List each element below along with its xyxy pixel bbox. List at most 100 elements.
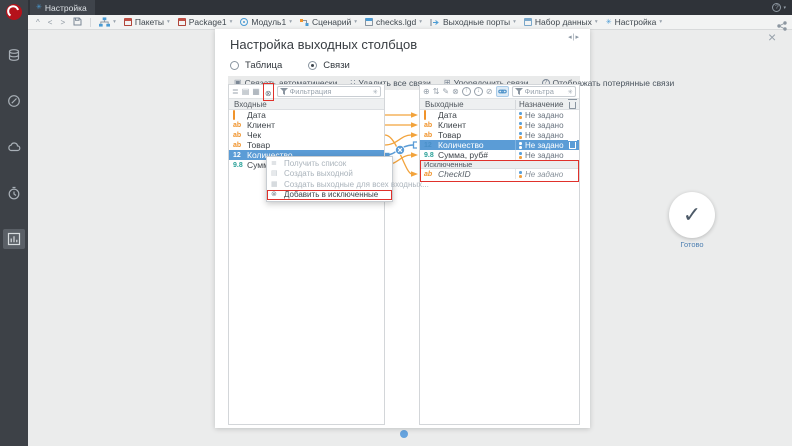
chevron-down-icon: ▾	[783, 5, 786, 11]
chevron-down-icon[interactable]: ▾	[419, 19, 422, 25]
app-logo[interactable]	[5, 3, 23, 21]
input-columns-panel: ≣ ▤ ▦ ⊗ ✳ Входные Дата ab Клиент ab	[228, 84, 385, 425]
chevron-down-icon[interactable]: ▾	[595, 19, 598, 25]
breadcrumb-item-packages[interactable]: Пакеты ▾	[124, 17, 170, 27]
assign-marker-icon	[519, 121, 522, 129]
string-type-icon: ab	[233, 122, 244, 129]
table-row[interactable]: ab Клиент	[229, 120, 384, 130]
radio-table[interactable]	[230, 61, 239, 70]
node-icon	[365, 18, 373, 26]
add-to-excluded-icon: ⊗	[271, 191, 281, 198]
chevron-down-icon[interactable]: ▾	[230, 19, 233, 25]
breadcrumb-item-scenario[interactable]: Сценарий ▾	[300, 17, 357, 27]
string-type-icon: ab	[424, 122, 435, 129]
breadcrumb-root[interactable]: ▾	[99, 17, 116, 27]
real-type-icon: 9.8	[233, 162, 244, 169]
table-row[interactable]: Дата Не задано	[420, 110, 579, 120]
chevron-down-icon[interactable]: ▾	[354, 19, 357, 25]
table-row-excluded[interactable]: abCheckID Не задано	[420, 169, 579, 179]
done-button[interactable]: ✓	[669, 192, 715, 238]
radio-links[interactable]	[308, 61, 317, 70]
output-filter-field[interactable]	[525, 87, 566, 96]
resize-handle-icon[interactable]: ◂|▸	[568, 33, 580, 41]
table-row[interactable]: Дата	[229, 110, 384, 120]
tab-settings[interactable]: ✳ Настройка	[30, 0, 95, 15]
dashboard-icon[interactable]	[7, 94, 21, 108]
filter-settings-icon[interactable]: ✳	[568, 88, 573, 96]
chevron-down-icon[interactable]: ▾	[659, 19, 662, 25]
chevron-down-icon[interactable]: ▾	[113, 19, 116, 25]
help-menu[interactable]: ? ▾	[772, 3, 786, 12]
input-filter-field[interactable]	[290, 87, 371, 96]
assign-marker-icon	[519, 131, 522, 139]
table-row[interactable]: abКлиент Не задано	[420, 120, 579, 130]
radio-table-label: Таблица	[245, 60, 282, 71]
output-panel-header: Выходные Назначение	[420, 99, 579, 110]
output-panel-toolbar: ⊕ ⇅ ✎ ⊗ ↑ ↓ ⊘ ✳	[420, 85, 579, 99]
toggle-links-button[interactable]	[496, 86, 509, 97]
menu-item-add-to-excluded[interactable]: ⊗ Добавить в исключенные	[267, 190, 392, 201]
output-filter[interactable]: ✳	[512, 86, 576, 97]
unlink-all-icon[interactable]: ⊘	[486, 88, 493, 96]
link-lines	[385, 84, 419, 425]
save-icon[interactable]	[73, 17, 82, 28]
exclude-column-icon[interactable]: ⊗	[452, 88, 459, 96]
chevron-down-icon[interactable]: ▾	[289, 19, 292, 25]
move-up-icon[interactable]: ↑	[462, 87, 471, 96]
nav-forward-icon[interactable]: >	[60, 18, 65, 27]
integer-type-icon: 12	[233, 152, 244, 159]
input-panel-header: Входные	[229, 99, 384, 110]
table-row[interactable]: ab Товар	[229, 140, 384, 150]
menu-item-get-list[interactable]: ≣ Получить список	[267, 158, 392, 169]
cloud-icon[interactable]	[7, 140, 21, 154]
assign-marker-icon	[519, 111, 522, 119]
database-icon[interactable]	[7, 48, 21, 62]
breadcrumb-item-checks-lgd[interactable]: checks.lgd ▾	[365, 17, 422, 27]
breadcrumb-item-module1[interactable]: Модуль1 ▾	[240, 17, 292, 27]
add-column-icon[interactable]: ⊕	[423, 88, 430, 96]
get-list-icon[interactable]: ≣	[232, 88, 239, 96]
scheduler-icon[interactable]	[7, 186, 21, 200]
table-row[interactable]: ab Чек	[229, 130, 384, 140]
move-down-icon[interactable]: ↓	[474, 87, 483, 96]
table-row[interactable]: 9.8Сумма, руб# Не задано	[420, 150, 579, 160]
breadcrumb-item-package1[interactable]: Package1 ▾	[178, 17, 233, 27]
add-to-excluded-icon[interactable]: ⊗	[265, 89, 272, 98]
context-menu: ≣ Получить список ▤ Создать выходной ▦ С…	[266, 156, 393, 202]
help-icon: ?	[772, 3, 781, 12]
menu-item-create-all-outputs[interactable]: ▦ Создать выходные для всех входных...	[267, 179, 392, 190]
reports-icon[interactable]	[7, 232, 21, 246]
menu-item-create-output[interactable]: ▤ Создать выходной	[267, 169, 392, 180]
table-row-selected[interactable]: 12Количество Не задано	[420, 140, 579, 150]
input-filter[interactable]: ✳	[277, 86, 381, 97]
chevron-down-icon[interactable]: ▾	[167, 19, 170, 25]
breadcrumb-item-settings[interactable]: ✳ Настройка ▾	[606, 17, 663, 27]
create-all-columns-icon[interactable]: ⇅	[433, 88, 440, 96]
date-type-icon	[424, 112, 435, 119]
output-columns-panel: ⊕ ⇅ ✎ ⊗ ↑ ↓ ⊘ ✳ Выходные Назначение	[419, 84, 580, 425]
app-sidebar	[0, 0, 28, 446]
link-icon	[498, 87, 507, 96]
share-icon[interactable]	[777, 18, 787, 28]
carousel-dot[interactable]	[400, 430, 408, 438]
filter-settings-icon[interactable]: ✳	[373, 88, 378, 96]
nav-back-icon[interactable]: <	[48, 18, 53, 27]
radio-links-label: Связи	[323, 60, 350, 71]
page-title: Настройка выходных столбцов	[230, 37, 417, 52]
annotation-box-exclude-tool: ⊗	[263, 83, 274, 101]
assign-marker-icon	[519, 151, 522, 159]
create-all-outputs-icon[interactable]: ▦	[252, 88, 260, 96]
collapse-up-icon[interactable]: ^	[36, 18, 40, 27]
excluded-group-header: Исключенные	[420, 160, 579, 169]
table-row[interactable]: abТовар Не задано	[420, 130, 579, 140]
edit-icon[interactable]: ✎	[442, 88, 449, 96]
create-output-icon: ▤	[271, 170, 281, 177]
chevron-down-icon[interactable]: ▾	[513, 19, 516, 25]
input-panel-toolbar: ≣ ▤ ▦ ⊗ ✳	[229, 85, 384, 99]
trash-icon[interactable]	[569, 142, 576, 149]
close-icon[interactable]: ×	[768, 29, 776, 45]
trash-icon[interactable]	[569, 102, 576, 109]
breadcrumb-item-dataset[interactable]: Набор данных ▾	[524, 17, 598, 27]
create-output-icon[interactable]: ▤	[242, 88, 250, 96]
breadcrumb-item-output-ports[interactable]: Выходные порты ▾	[430, 17, 516, 27]
